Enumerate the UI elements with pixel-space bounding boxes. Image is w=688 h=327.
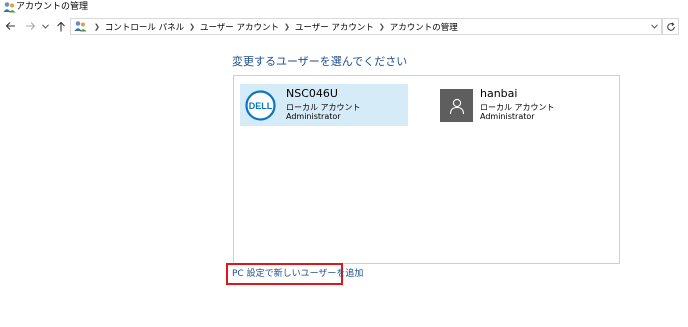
chevron-down-icon <box>41 23 49 29</box>
dell-logo-text: DELL <box>249 101 273 111</box>
account-tile-nsc046u[interactable]: DELL NSC046U ローカル アカウント Administrator <box>240 84 408 126</box>
refresh-icon <box>666 21 675 31</box>
account-name: NSC046U <box>286 87 338 100</box>
account-role: Administrator <box>286 112 341 121</box>
title-bar: アカウントの管理 <box>0 0 688 15</box>
page-title: 変更するユーザーを選んでください <box>232 55 408 68</box>
account-picture: DELL <box>243 89 278 122</box>
users-icon <box>3 2 16 13</box>
forward-arrow-icon <box>25 22 35 30</box>
breadcrumb-item-user-accounts[interactable]: ユーザー アカウント <box>200 21 279 33</box>
dell-logo-icon: DELL <box>245 90 276 121</box>
breadcrumb-item-control-panel[interactable]: コントロール パネル <box>105 21 184 33</box>
breadcrumb: ❯ コントロール パネル ❯ ユーザー アカウント ❯ ユーザー アカウント ❯… <box>89 19 458 34</box>
recent-locations-button[interactable] <box>40 19 50 33</box>
accounts-panel: DELL NSC046U ローカル アカウント Administrator ha… <box>233 75 620 264</box>
account-picture <box>440 89 473 122</box>
navigation-bar: ❯ コントロール パネル ❯ ユーザー アカウント ❯ ユーザー アカウント ❯… <box>0 17 688 37</box>
breadcrumb-separator-icon[interactable]: ❯ <box>284 23 290 31</box>
account-name: hanbai <box>480 87 518 100</box>
breadcrumb-separator-icon[interactable]: ❯ <box>379 23 385 31</box>
breadcrumb-separator-icon[interactable]: ❯ <box>189 23 195 31</box>
chevron-down-icon <box>650 24 658 29</box>
address-dropdown-button[interactable] <box>647 19 661 34</box>
breadcrumb-item-user-accounts-sub[interactable]: ユーザー アカウント <box>295 21 374 33</box>
up-button[interactable] <box>54 19 68 33</box>
up-arrow-icon <box>57 21 65 31</box>
address-bar[interactable]: ❯ コントロール パネル ❯ ユーザー アカウント ❯ ユーザー アカウント ❯… <box>70 18 662 35</box>
default-user-icon <box>449 98 464 114</box>
breadcrumb-separator-icon[interactable]: ❯ <box>94 23 100 31</box>
forward-button[interactable] <box>23 19 37 33</box>
back-arrow-icon <box>5 22 15 30</box>
breadcrumb-item-manage-accounts[interactable]: アカウントの管理 <box>390 21 458 33</box>
add-user-link[interactable]: PC 設定で新しいユーザーを追加 <box>232 266 363 279</box>
window-title: アカウントの管理 <box>16 2 89 12</box>
account-role: Administrator <box>480 112 535 121</box>
users-icon <box>74 21 87 32</box>
back-button[interactable] <box>3 19 17 33</box>
refresh-button[interactable] <box>662 18 679 35</box>
account-tile-hanbai[interactable]: hanbai ローカル アカウント Administrator <box>434 84 602 126</box>
